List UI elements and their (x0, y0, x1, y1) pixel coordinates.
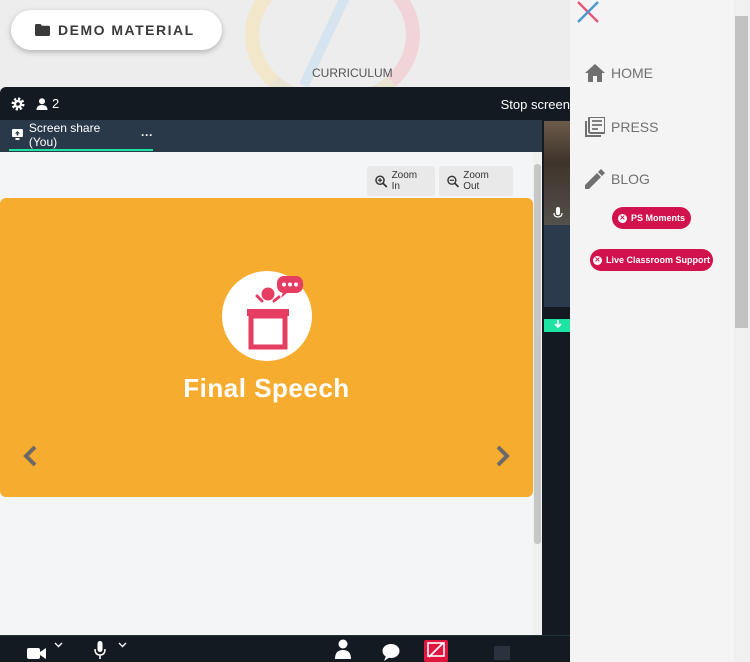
zoom-in-button[interactable]: Zoom In (367, 166, 435, 196)
download-indicator[interactable] (544, 319, 570, 332)
chevron-down-icon[interactable] (54, 642, 63, 648)
live-classroom-support-label: Live Classroom Support (605, 255, 711, 265)
presentation-slide: Final Speech (0, 198, 533, 497)
ps-moments-button[interactable]: ✕ PS Moments (612, 207, 691, 229)
tab-screen-share[interactable]: Screen share (You) ··· (9, 120, 153, 151)
meeting-window: 2 Stop screen Screen share (You) ··· Zoo… (0, 87, 570, 662)
participant-video-thumbnail[interactable] (544, 121, 570, 225)
folder-icon (35, 24, 50, 36)
close-circle-icon: ✕ (617, 213, 627, 223)
microphone-icon (553, 207, 563, 218)
share-tabbar: Screen share (You) ··· (0, 120, 542, 152)
speaker-podium-icon (247, 276, 303, 350)
speech-illustration (222, 271, 312, 361)
stop-screen-button[interactable]: Stop screen (501, 97, 570, 112)
menu-scrollbar[interactable] (734, 0, 750, 662)
menu-item-home-label: HOME (611, 65, 653, 81)
participants-icon[interactable] (335, 639, 351, 661)
person-icon (36, 97, 48, 110)
close-circle-icon: ✕ (592, 255, 602, 265)
participants-count[interactable]: 2 (36, 96, 59, 111)
zoom-in-icon (375, 174, 388, 188)
live-classroom-support-button[interactable]: ✕ Live Classroom Support (590, 249, 713, 271)
tab-more-icon[interactable]: ··· (141, 128, 153, 142)
zoom-out-label: Zoom Out (463, 170, 489, 192)
tab-screen-share-label: Screen share (You) (28, 120, 101, 149)
zoom-out-button[interactable]: Zoom Out (439, 166, 513, 196)
participants-count-value: 2 (52, 96, 60, 111)
microphone-icon[interactable] (94, 641, 106, 662)
menu-item-blog-label: BLOG (611, 171, 650, 187)
participant-strip (542, 120, 570, 635)
video-camera-icon[interactable] (27, 646, 47, 660)
shared-screen-content: Zoom In Zoom Out Final Speech (0, 152, 542, 635)
pencil-icon (585, 169, 605, 189)
demo-material-label: DEMO MATERIAL (58, 22, 195, 38)
content-scrollbar[interactable] (533, 152, 542, 635)
gear-icon[interactable] (10, 96, 26, 112)
menu-scrollbar-thumb[interactable] (735, 16, 748, 328)
home-icon (585, 64, 605, 82)
download-icon (554, 320, 562, 329)
chevron-right-icon[interactable] (492, 444, 512, 468)
zoom-out-icon (447, 175, 460, 187)
content-scrollbar-thumb[interactable] (534, 164, 541, 544)
meeting-topbar: 2 Stop screen (0, 87, 570, 120)
menu-item-press-label: PRESS (611, 119, 659, 135)
curriculum-link[interactable]: CURRICULUM (312, 66, 393, 80)
chevron-down-icon[interactable] (118, 642, 127, 648)
menu-item-blog[interactable]: BLOG (585, 169, 650, 189)
side-menu (570, 0, 750, 662)
chevron-left-icon[interactable] (21, 444, 41, 468)
ps-moments-label: PS Moments (630, 213, 685, 223)
chat-bubble-icon[interactable] (382, 643, 400, 661)
close-icon[interactable] (576, 0, 600, 24)
newspaper-icon (585, 117, 605, 137)
menu-item-home[interactable]: HOME (585, 64, 653, 82)
stop-share-icon[interactable] (424, 640, 448, 662)
participant-panel (544, 225, 570, 307)
slide-title: Final Speech (183, 373, 350, 403)
demo-material-button[interactable]: DEMO MATERIAL (11, 10, 222, 50)
screen-share-icon (12, 129, 23, 140)
more-apps-icon[interactable] (494, 646, 510, 660)
menu-item-press[interactable]: PRESS (585, 117, 658, 137)
meeting-controls-bar (0, 635, 570, 662)
zoom-in-label: Zoom In (391, 170, 418, 192)
